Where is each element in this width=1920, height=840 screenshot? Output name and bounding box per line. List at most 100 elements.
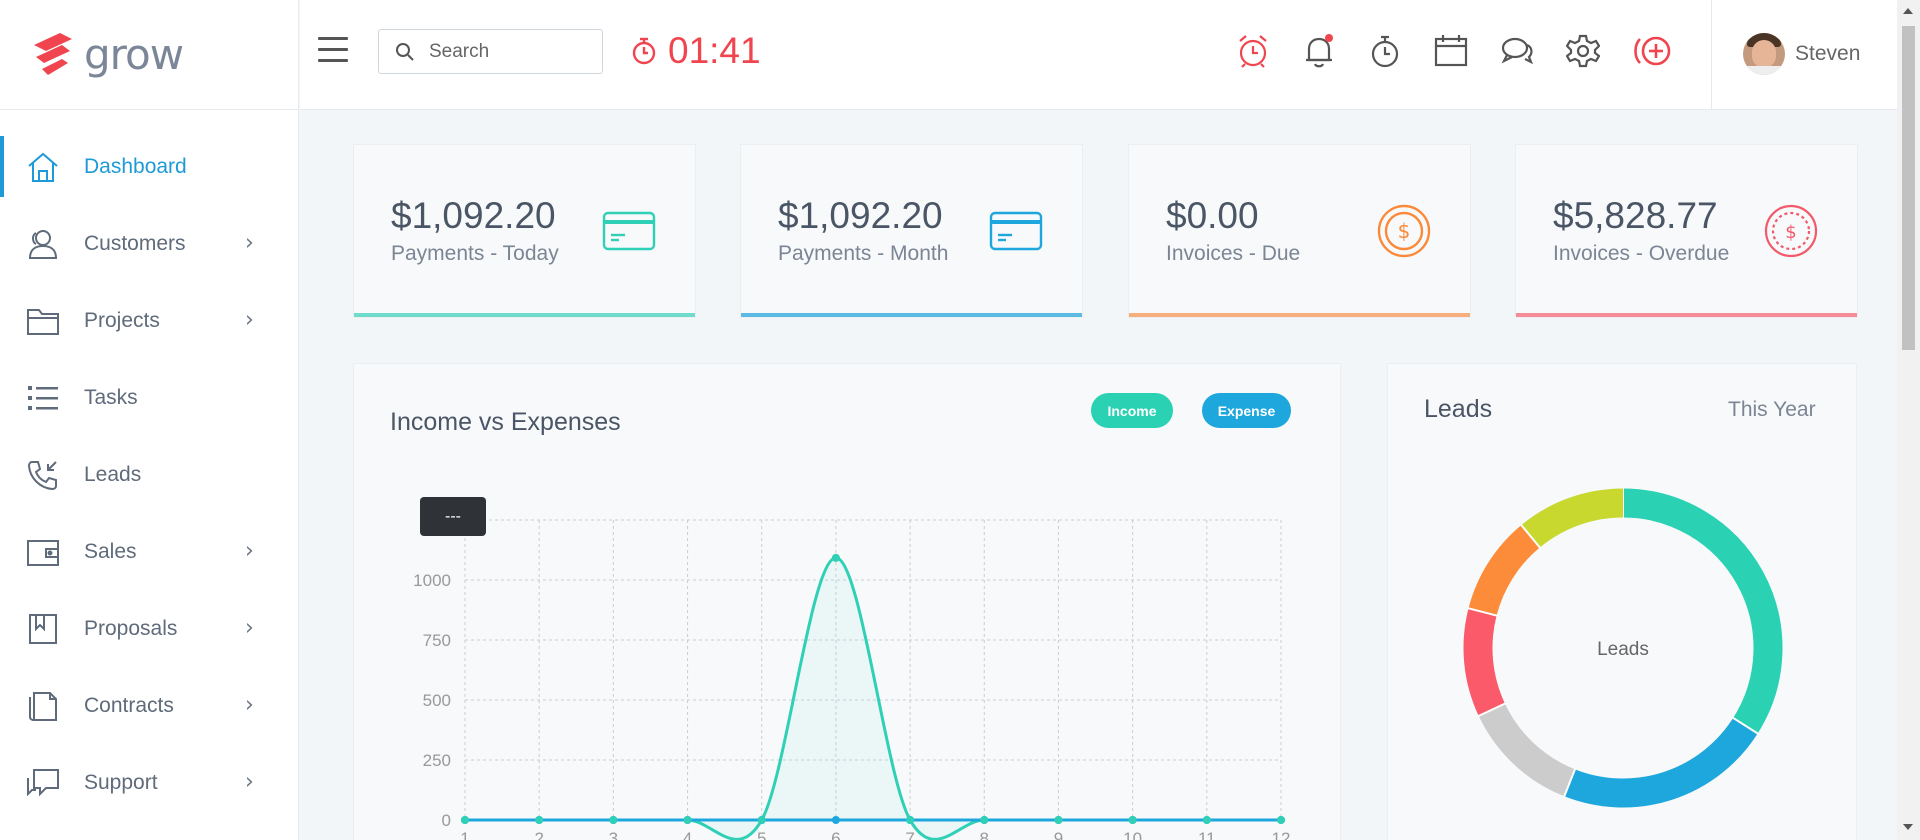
scroll-thumb[interactable] [1902,26,1915,350]
x-tick-label: 5 [757,829,766,840]
data-point-income [535,816,544,824]
data-point-income [906,816,915,824]
logo[interactable]: grow [0,0,298,110]
sidebar-item-sales[interactable]: Sales › [0,513,298,590]
legend-expense-button[interactable]: Expense [1202,393,1291,428]
chat-icon [27,768,59,796]
avatar [1743,33,1785,75]
scroll-down-arrow-icon[interactable] [1903,824,1913,830]
stat-value: $1,092.20 [391,195,556,236]
search-icon [396,43,414,61]
svg-text:$: $ [1398,219,1411,243]
x-tick-label: 8 [980,829,989,840]
page-scrollbar[interactable] [1897,0,1920,840]
search-input[interactable] [429,40,589,63]
add-circle-icon[interactable] [1632,33,1676,69]
y-tick-label: 500 [423,691,451,710]
donut-slice [1468,525,1541,616]
stat-accent-bar [1129,313,1470,317]
timer[interactable]: 01:41 [630,30,761,72]
leads-period-filter[interactable]: This Year [1728,398,1816,422]
calendar-icon[interactable] [1434,33,1468,69]
stat-value: $5,828.77 [1553,195,1718,236]
dollar-coin-icon: $ [1764,204,1818,258]
data-point-income [1202,816,1211,824]
sidebar-item-label: Contracts [84,693,174,717]
stat-card-payments-month[interactable]: $1,092.20 Payments - Month [740,144,1083,318]
sidebar-item-tasks[interactable]: Tasks [0,359,298,436]
sidebar-item-support[interactable]: Support › [0,744,298,821]
stat-card-payments-today[interactable]: $1,092.20 Payments - Today [353,144,696,318]
home-icon [28,152,58,182]
chevron-right-icon: › [245,768,254,794]
header-divider [1711,0,1712,110]
sidebar-item-customers[interactable]: Customers › [0,205,298,282]
stat-value: $0.00 [1166,195,1259,236]
donut-slice [1564,717,1758,808]
timer-text: 01:41 [668,30,761,71]
credit-card-icon [602,211,656,251]
series-area-income [465,557,1281,840]
x-tick-label: 6 [831,829,840,840]
alarm-icon[interactable] [1236,33,1270,69]
donut-slice [1478,703,1576,797]
document-icon [29,691,57,721]
stat-value: $1,092.20 [778,195,943,236]
users-icon [28,229,58,259]
data-point-income [1128,816,1137,824]
x-tick-label: 10 [1123,829,1142,840]
x-tick-label: 7 [905,829,914,840]
search-box[interactable] [378,29,603,74]
chevron-right-icon: › [245,306,254,332]
phone-icon [27,460,57,490]
stat-label: Payments - Month [778,242,949,265]
sidebar-item-label: Support [84,770,158,794]
data-point-income [757,816,766,824]
stat-label: Invoices - Overdue [1553,242,1730,265]
income-expenses-chart: 025050075010001123456789101112 [413,511,1291,840]
sidebar-item-label: Sales [84,539,137,563]
y-tick-label: 750 [423,631,451,650]
y-tick-label: 0 [442,811,451,830]
bookmark-icon [29,613,57,644]
chevron-right-icon: › [245,229,254,255]
scroll-up-arrow-icon[interactable] [1903,8,1913,14]
stat-card-invoices-overdue[interactable]: $5,828.77 Invoices - Overdue $ [1515,144,1858,318]
chat-bubbles-icon[interactable] [1500,33,1534,69]
chevron-right-icon: › [245,614,254,640]
stopwatch-icon[interactable] [1368,33,1402,69]
grow-logo-icon [34,32,72,75]
sidebar-item-projects[interactable]: Projects › [0,282,298,359]
svg-text:$: $ [1785,222,1796,243]
leads-title: Leads [1424,395,1493,423]
donut-slice [1521,488,1624,548]
stat-card-invoices-due[interactable]: $0.00 Invoices - Due $ [1128,144,1471,318]
data-point-income [831,553,840,562]
chevron-right-icon: › [245,537,254,563]
stat-accent-bar [741,313,1082,317]
data-point-income [1054,816,1063,824]
x-tick-label: 4 [683,829,692,840]
data-point-income [1277,816,1285,824]
donut-slice [1463,608,1506,716]
sidebar-item-proposals[interactable]: Proposals › [0,590,298,667]
gear-icon[interactable] [1566,33,1600,69]
user-menu[interactable]: Steven [1743,33,1860,75]
x-tick-label: 12 [1272,829,1291,840]
bell-icon[interactable] [1302,33,1336,69]
stat-accent-bar [354,313,695,317]
folder-icon [27,308,59,335]
menu-toggle-icon[interactable] [318,37,348,65]
user-name: Steven [1795,42,1861,65]
sidebar-item-label: Projects [84,308,160,332]
top-header: 01:41 Steven [300,0,1897,110]
legend-income-button[interactable]: Income [1091,393,1173,428]
income-expenses-title: Income vs Expenses [390,408,621,436]
y-tick-label: 250 [423,751,451,770]
sidebar-item-dashboard[interactable]: Dashboard [0,128,298,205]
donut-center-label: Leads [1597,639,1649,660]
sidebar-item-contracts[interactable]: Contracts › [0,667,298,744]
sidebar-item-leads[interactable]: Leads [0,436,298,513]
sidebar-item-label: Dashboard [84,154,187,178]
y-tick-label: 1000 [413,571,451,590]
